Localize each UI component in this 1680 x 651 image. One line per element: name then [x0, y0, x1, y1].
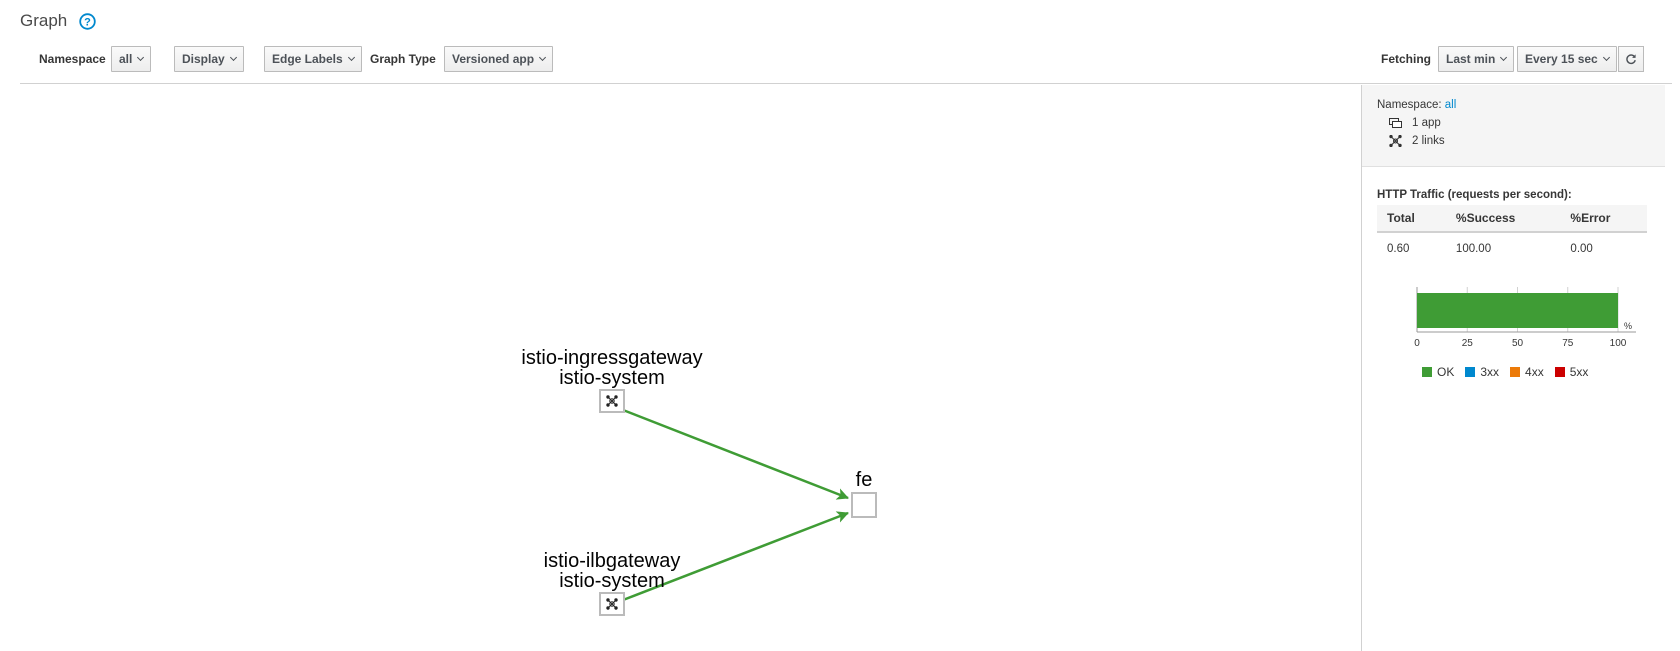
node-label-ilbgateway: istio-ilbgateway istio-system — [528, 551, 696, 591]
node-label-ingressgateway: istio-ingressgateway istio-system — [508, 348, 716, 388]
duration-value: Last min — [1446, 52, 1496, 66]
links-icon — [1389, 135, 1402, 147]
table-row: 0.60 100.00 0.00 — [1377, 232, 1647, 265]
x-tick-label: 25 — [1462, 338, 1474, 349]
display-dropdown[interactable]: Display — [174, 46, 244, 72]
column-header: %Success — [1445, 205, 1561, 233]
namespace-summary: Namespace: all 1 app 2 links — [1362, 85, 1665, 167]
traffic-chart: 0 25 50 75 100% — [1414, 287, 1636, 349]
namespace-link[interactable]: all — [1445, 99, 1457, 111]
legend-item: 5xx — [1554, 365, 1589, 379]
namespace-label: Namespace — [39, 52, 106, 66]
page-header: Graph ? — [20, 8, 96, 34]
fetching-label: Fetching — [1381, 52, 1431, 66]
traffic-table: Total %Success %Error 0.60 100.00 0.00 — [1377, 205, 1647, 265]
svg-text:?: ? — [84, 16, 91, 28]
node-name: istio-ilbgateway — [543, 550, 681, 572]
legend-item: 4xx — [1510, 365, 1544, 379]
graph-node-ingressgateway[interactable] — [599, 389, 625, 413]
namespace-value: all — [119, 52, 133, 66]
legend-label: 5xx — [1569, 365, 1589, 379]
table-cell: 100.00 — [1455, 243, 1492, 255]
namespace-summary-label: Namespace: — [1377, 99, 1442, 111]
app-icon — [1389, 117, 1402, 128]
x-tick-label: 100 — [1610, 338, 1627, 349]
display-label: Display — [182, 52, 225, 66]
legend-item: 3xx — [1465, 365, 1499, 379]
column-header: Total — [1377, 205, 1446, 233]
page-title: Graph — [20, 11, 68, 30]
traffic-title: HTTP Traffic (requests per second): — [1377, 189, 1572, 201]
help-icon[interactable]: ? — [79, 12, 96, 30]
node-namespace: istio-system — [559, 367, 665, 389]
graph-canvas[interactable]: istio-ingressgateway istio-system istio-… — [20, 85, 1360, 651]
table-cell: 0.00 — [1570, 243, 1593, 255]
graph-type-label: Graph Type — [370, 52, 436, 66]
graph-type-dropdown[interactable]: Versioned app — [444, 46, 554, 72]
x-axis-unit-label: % — [1624, 321, 1632, 331]
x-tick-label: 75 — [1562, 338, 1574, 349]
legend-swatch — [1422, 367, 1432, 377]
legend-label: OK — [1437, 365, 1455, 379]
chevron-down-icon — [538, 53, 547, 61]
node-name: fe — [855, 469, 873, 491]
edge-labels-dropdown[interactable]: Edge Labels — [264, 46, 362, 72]
chevron-down-icon — [347, 53, 355, 61]
chevron-down-icon — [137, 53, 145, 61]
legend-item: OK — [1422, 365, 1454, 379]
legend-swatch — [1465, 367, 1476, 377]
graph-node-fe[interactable] — [851, 492, 877, 518]
links-count: 2 links — [1412, 135, 1445, 147]
graph-edge[interactable] — [622, 408, 849, 500]
graph-toolbar: Namespace all Display Edge Labels Graph … — [20, 46, 1672, 84]
column-header: %Error — [1560, 205, 1647, 233]
bar-ok — [1417, 293, 1618, 328]
legend-swatch — [1554, 367, 1565, 377]
x-tick-label: 50 — [1512, 338, 1524, 349]
refresh-interval-dropdown[interactable]: Every 15 sec — [1517, 46, 1617, 72]
legend-label: 3xx — [1480, 365, 1500, 379]
node-namespace: istio-system — [559, 570, 665, 592]
chevron-down-icon — [1500, 53, 1508, 61]
chevron-down-icon — [1602, 53, 1610, 61]
node-label-fe: fe — [844, 470, 884, 490]
x-tick-label: 0 — [1414, 338, 1420, 349]
refresh-button[interactable] — [1618, 46, 1644, 72]
refresh-icon — [1626, 54, 1636, 65]
legend-swatch — [1510, 367, 1521, 377]
table-cell: 0.60 — [1387, 243, 1410, 255]
legend-label: 4xx — [1525, 365, 1544, 379]
chart-legend: OK 3xx 4xx 5xx — [1422, 365, 1665, 379]
refresh-interval-value: Every 15 sec — [1525, 52, 1598, 66]
namespace-dropdown[interactable]: all — [111, 46, 152, 72]
duration-dropdown[interactable]: Last min — [1438, 46, 1515, 72]
graph-type-value: Versioned app — [452, 52, 535, 66]
app-count: 1 app — [1412, 117, 1441, 129]
node-name: istio-ingressgateway — [521, 347, 703, 369]
graph-node-ilbgateway[interactable] — [599, 592, 625, 616]
summary-panel: Namespace: all 1 app 2 links HTTP Traffi… — [1361, 85, 1665, 651]
chevron-down-icon — [229, 53, 237, 61]
edge-labels-label: Edge Labels — [272, 52, 343, 66]
